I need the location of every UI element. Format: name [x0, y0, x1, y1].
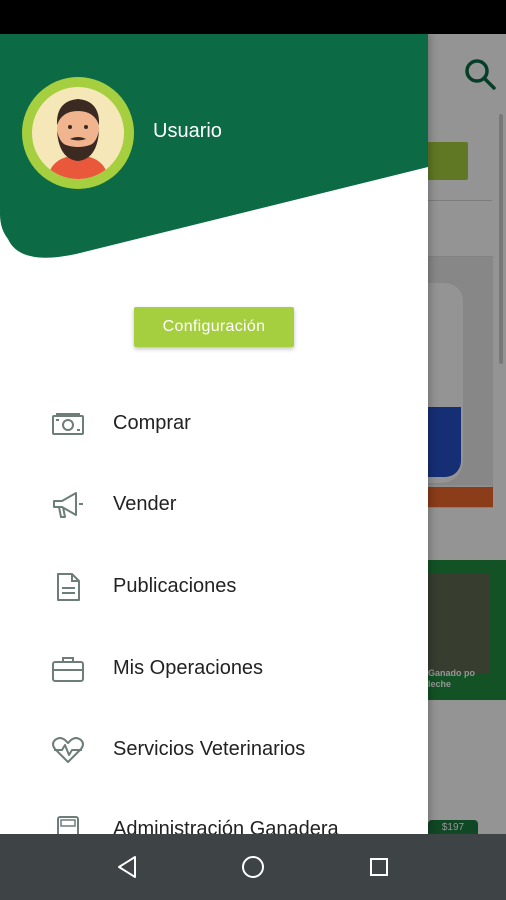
home-icon[interactable] — [237, 851, 269, 883]
menu-item-publicaciones[interactable]: Publicaciones — [0, 557, 428, 617]
status-bar — [0, 0, 506, 34]
menu-label-comprar: Comprar — [113, 412, 191, 434]
recents-icon[interactable] — [363, 851, 395, 883]
briefcase-icon — [52, 657, 84, 682]
document-icon — [57, 573, 80, 601]
menu-label-servicios-veterinarios: Servicios Veterinarios — [113, 738, 306, 760]
menu-item-administracion-ganadera[interactable]: Administración Ganadera — [0, 800, 428, 834]
configuration-button[interactable]: Configuración — [134, 307, 294, 347]
menu-item-vender[interactable]: Vender — [0, 475, 428, 535]
menu-item-mis-operaciones[interactable]: Mis Operaciones — [0, 639, 428, 699]
menu-label-administracion-ganadera: Administración Ganadera — [113, 818, 339, 834]
user-name: Usuario — [153, 120, 222, 142]
menu-label-publicaciones: Publicaciones — [113, 575, 237, 597]
menu-label-mis-operaciones: Mis Operaciones — [113, 657, 264, 679]
money-icon — [52, 413, 84, 435]
calculator-icon — [57, 816, 79, 834]
menu-item-comprar[interactable]: Comprar — [0, 394, 428, 454]
heart-pulse-icon — [52, 737, 84, 763]
avatar[interactable] — [22, 77, 134, 189]
navigation-drawer: Usuario Configuración Comprar Vender Pub… — [0, 34, 428, 834]
megaphone-icon — [53, 492, 83, 518]
system-navigation-bar — [0, 834, 506, 900]
menu-label-vender: Vender — [113, 493, 177, 515]
bearded-man-icon — [48, 99, 108, 179]
menu-item-servicios-veterinarios[interactable]: Servicios Veterinarios — [0, 720, 428, 780]
back-icon[interactable] — [111, 851, 143, 883]
